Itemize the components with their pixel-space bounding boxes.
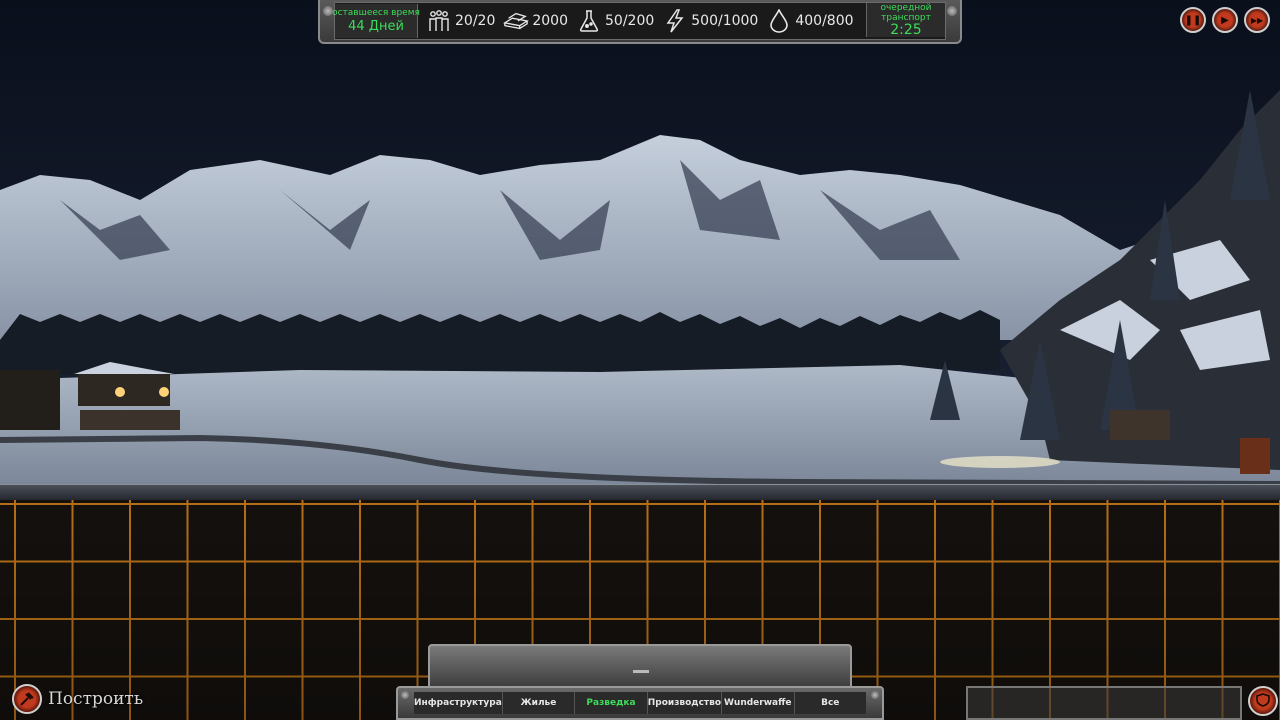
- railway-track: [0, 484, 1280, 501]
- menu-button[interactable]: [1248, 686, 1278, 716]
- tab-infrastructure[interactable]: Инфраструктура: [414, 692, 503, 714]
- snowy-mountain-scene: [0, 0, 1280, 500]
- energy-value: 500/1000: [691, 13, 759, 29]
- fast-forward-icon: ▶▶: [1250, 15, 1264, 25]
- resource-bar-inner: оставшееся время 44 Дней 20/20 2000 50/2…: [332, 2, 946, 40]
- drag-handle[interactable]: [633, 670, 649, 673]
- population-value: 20/20: [455, 13, 496, 29]
- tab-reconnaissance[interactable]: Разведка: [575, 692, 648, 714]
- resource-energy: 500/1000: [662, 8, 758, 34]
- hammer-icon: [12, 684, 42, 714]
- info-panel: [966, 686, 1242, 720]
- time-left-value: 44 Дней: [348, 19, 404, 34]
- build-button[interactable]: Построить: [12, 684, 143, 714]
- fast-forward-button[interactable]: ▶▶: [1244, 7, 1270, 33]
- building-preview-panel: [428, 644, 852, 690]
- metal-value: 2000: [532, 13, 568, 29]
- lightning-icon: [662, 8, 688, 34]
- play-button[interactable]: ▶: [1212, 7, 1238, 33]
- build-category-tabs: Инфраструктура Жилье Разведка Производст…: [396, 686, 884, 720]
- time-left-box: оставшееся время 44 Дней: [332, 4, 420, 38]
- build-button-label: Построить: [48, 689, 144, 709]
- game-viewport[interactable]: [0, 0, 1280, 500]
- resource-population: 20/20: [426, 8, 495, 34]
- next-transport-timer: 2:25: [890, 21, 922, 38]
- resource-science: 50/200: [576, 8, 654, 34]
- tab-all[interactable]: Все: [794, 692, 866, 714]
- tab-housing[interactable]: Жилье: [502, 692, 576, 714]
- time-left-label: оставшееся время: [332, 8, 420, 18]
- pause-icon: ❚❚: [1184, 14, 1202, 26]
- resource-oil: 400/800: [766, 8, 854, 34]
- bolt-icon: [871, 691, 879, 699]
- oil-drop-icon: [766, 8, 792, 34]
- pause-button[interactable]: ❚❚: [1180, 7, 1206, 33]
- oil-value: 400/800: [795, 13, 854, 29]
- resource-bar: оставшееся время 44 Дней 20/20 2000 50/2…: [318, 0, 962, 44]
- shield-icon: [1256, 692, 1270, 711]
- metal-bars-icon: [503, 8, 530, 34]
- tab-wunderwaffe[interactable]: Wunderwaffe: [722, 692, 795, 714]
- population-icon: [426, 8, 452, 34]
- science-flask-icon: [576, 8, 602, 34]
- next-transport-box: очередной транспорт 2:25: [866, 3, 945, 37]
- bolt-icon: [401, 691, 409, 699]
- tab-production[interactable]: Производство: [647, 692, 723, 714]
- bolt-icon: [947, 6, 957, 16]
- resource-metal: 2000: [503, 8, 568, 34]
- next-transport-label: очередной транспорт: [880, 2, 932, 23]
- science-value: 50/200: [605, 13, 655, 29]
- play-icon: ▶: [1221, 14, 1229, 26]
